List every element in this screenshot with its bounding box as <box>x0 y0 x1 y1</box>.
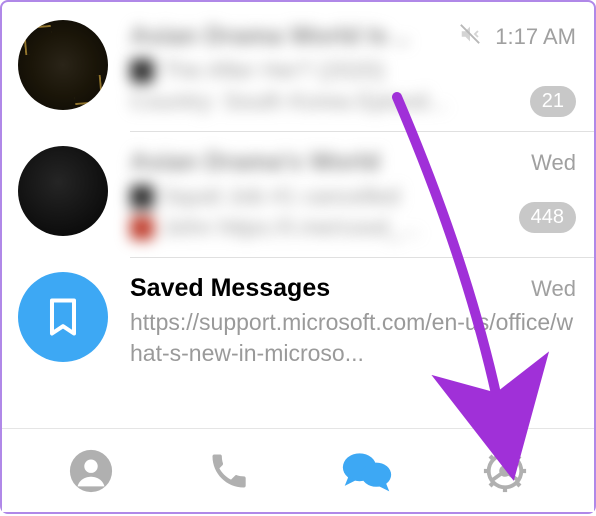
chats-icon <box>341 447 393 495</box>
phone-icon <box>207 449 251 493</box>
chat-preview: Squid Job #1 cancelled John https://t.me… <box>130 181 576 243</box>
chat-content: Saved Messages Wed https://support.micro… <box>130 272 576 369</box>
person-icon <box>68 448 114 494</box>
chat-title: Saved Messages <box>130 274 525 303</box>
chat-time: 1:17 AM <box>495 24 576 50</box>
chat-row-saved-messages[interactable]: Saved Messages Wed https://support.micro… <box>2 258 594 383</box>
chat-title: Asian Drama World Is .. <box>130 22 451 51</box>
avatar <box>18 146 108 236</box>
chat-content: Asian Drama's World Wed Squid Job #1 can… <box>130 146 576 243</box>
preview-thumb <box>130 185 154 209</box>
preview-thumb <box>130 59 154 83</box>
chat-time: Wed <box>531 276 576 302</box>
chat-list: Asian Drama World Is .. 1:17 AM The Afte… <box>2 2 594 383</box>
tab-bar <box>2 428 594 512</box>
chat-preview: https://support.microsoft.com/en-us/offi… <box>130 307 576 369</box>
chat-time: Wed <box>531 150 576 176</box>
chat-preview: The After Her? (2020) Country: South Kor… <box>130 55 576 117</box>
chat-title: Asian Drama's World <box>130 148 525 177</box>
gear-icon <box>482 448 528 494</box>
tab-contacts[interactable] <box>61 441 121 501</box>
avatar-saved <box>18 272 108 362</box>
avatar <box>18 20 108 110</box>
chat-row[interactable]: Asian Drama World Is .. 1:17 AM The Afte… <box>2 6 594 131</box>
tab-calls[interactable] <box>199 441 259 501</box>
unread-badge: 21 <box>530 86 576 117</box>
unread-badge: 448 <box>519 202 576 233</box>
bookmark-icon <box>41 295 85 339</box>
chat-content: Asian Drama World Is .. 1:17 AM The Afte… <box>130 20 576 117</box>
chat-row[interactable]: Asian Drama's World Wed Squid Job #1 can… <box>2 132 594 257</box>
tab-settings[interactable] <box>475 441 535 501</box>
preview-thumb <box>130 216 154 240</box>
mute-icon <box>459 23 481 50</box>
tab-chats[interactable] <box>337 441 397 501</box>
